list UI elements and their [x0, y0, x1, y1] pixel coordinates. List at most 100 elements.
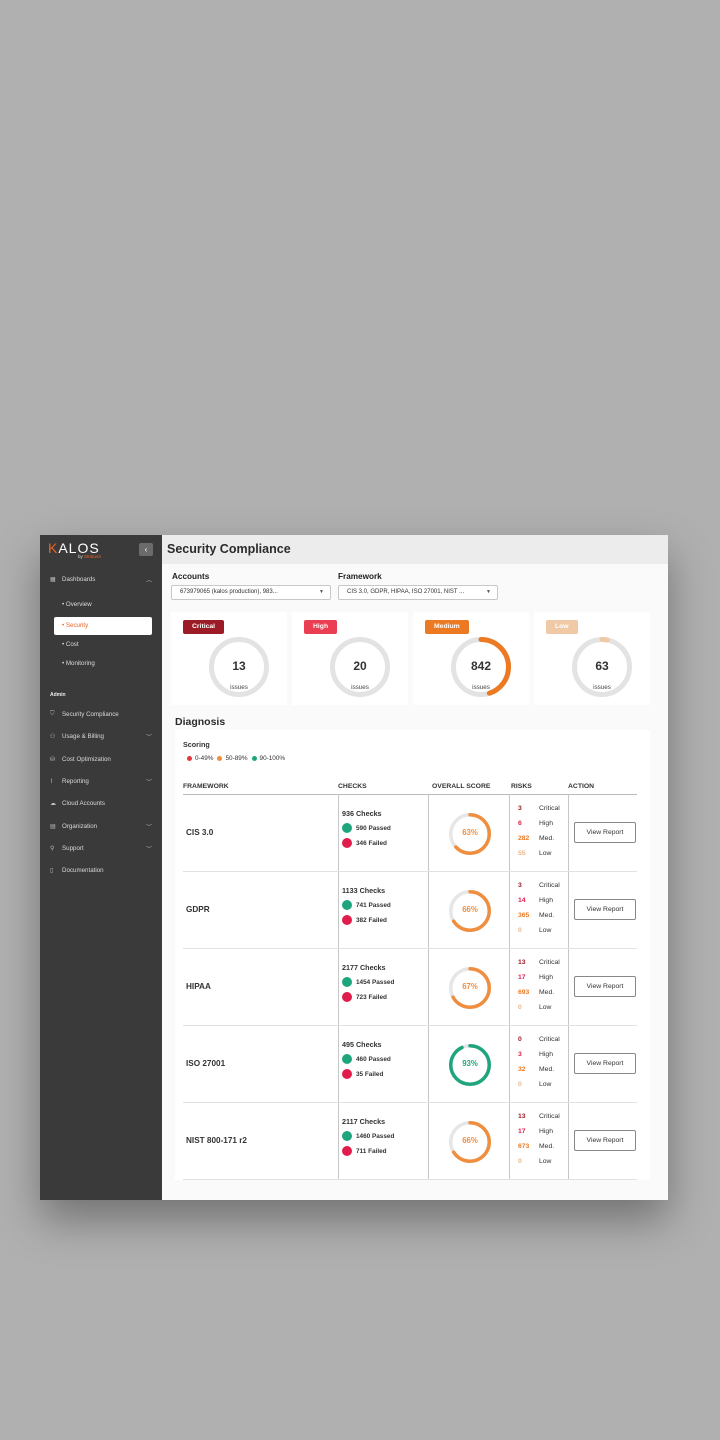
risk-count-high: 17 [518, 974, 526, 981]
view-report-button[interactable]: View Report [574, 822, 636, 843]
sidebar-item-cloud-accounts[interactable]: ☁ Cloud Accounts [50, 800, 105, 807]
severity-card-medium[interactable]: Medium 842 issues [413, 612, 529, 705]
sidebar: KALOS by StratusX ‹ ▦ Dashboards ︿ • Ove… [40, 535, 162, 1200]
building-icon: ▤ [50, 823, 56, 830]
nav-dashboards[interactable]: ▦ Dashboards ︿ [50, 576, 152, 584]
failed-count: 382 Failed [342, 915, 387, 925]
severity-badge: High [304, 620, 338, 634]
sidebar-item-label: Documentation [62, 867, 104, 875]
sidebar-item-support[interactable]: ⚲ Support ﹀ [50, 844, 152, 853]
document-icon: ▯ [50, 868, 54, 875]
risk-label: High [539, 1128, 553, 1135]
legend-item: 90-100% [251, 755, 285, 762]
severity-issues-label: issues [472, 684, 490, 691]
risk-label: Critical [539, 959, 560, 966]
severity-issues-label: issues [593, 684, 611, 691]
cloud-icon: ☁ [50, 801, 56, 808]
table-row: NIST 800-171 r2 2117 Checks 1460 Passed 711… [183, 1103, 637, 1180]
risk-count-critical: 0 [518, 1036, 522, 1043]
checks-total: 495 Checks [342, 1040, 382, 1049]
severity-card-low[interactable]: Low 63 issues [534, 612, 650, 705]
sidebar-item-usage-billing[interactable]: ⚇ Usage & Billing ﹀ [50, 733, 152, 741]
risk-count-low: 0 [518, 1158, 522, 1165]
risk-label: Low [539, 927, 552, 934]
sidebar-item-documentation[interactable]: ▯ Documentation [50, 867, 104, 874]
risk-count-med: 282 [518, 835, 530, 842]
framework-name: NIST 800-171 r2 [186, 1136, 247, 1145]
chevron-left-icon: ‹ [144, 545, 148, 554]
severity-badge: Low [546, 620, 578, 634]
severity-count: 20 [353, 659, 367, 673]
risk-label: Low [539, 1081, 552, 1088]
view-report-button[interactable]: View Report [574, 976, 636, 997]
sidebar-item-cost-optimization[interactable]: ⛁ Cost Optimization [50, 756, 111, 763]
failed-dot-icon [342, 915, 352, 925]
column-header-overall-score: OVERALL SCORE [432, 783, 491, 790]
risk-label: Critical [539, 882, 560, 889]
view-report-button[interactable]: View Report [574, 899, 636, 920]
dashboard-icon: ▦ [50, 577, 56, 583]
sidebar-item-monitoring[interactable]: • Monitoring [62, 660, 95, 667]
severity-card-high[interactable]: High 20 issues [292, 612, 408, 705]
risk-label: Med. [539, 989, 555, 996]
severity-badge: Medium [425, 620, 469, 634]
severity-card-critical[interactable]: Critical 13 issues [171, 612, 287, 705]
accounts-select[interactable]: 673979065 (kalos production), 983... ▼ [171, 585, 331, 600]
sidebar-item-label: Support [62, 844, 84, 852]
collapse-sidebar-button[interactable]: ‹ [139, 543, 153, 556]
view-report-button[interactable]: View Report [574, 1053, 636, 1074]
framework-name: HIPAA [186, 982, 211, 991]
checks-total: 2117 Checks [342, 1117, 386, 1126]
diagnosis-panel: Scoring 0-49% 50-89% 90-100% FRAMEWORK CHEC… [175, 730, 650, 1180]
sidebar-item-label: Cost [65, 641, 79, 648]
failed-label: 35 Failed [356, 1070, 384, 1078]
legend-label: 50-89% [225, 755, 248, 762]
sidebar-item-reporting[interactable]: ⌇ Reporting ﹀ [50, 778, 152, 786]
failed-dot-icon [342, 992, 352, 1002]
caret-down-icon: ▼ [319, 589, 324, 595]
risk-label: Low [539, 1004, 552, 1011]
failed-count: 711 Failed [342, 1146, 387, 1156]
passed-count: 460 Passed [342, 1054, 391, 1064]
sidebar-item-security-compliance[interactable]: ⛉ Security Compliance [50, 711, 119, 718]
failed-dot-icon [342, 1069, 352, 1079]
framework-name: CIS 3.0 [186, 828, 214, 837]
legend-item: 50-89% [217, 755, 248, 762]
scoring-label: Scoring [183, 740, 210, 749]
nav-dashboards-label: Dashboards [62, 576, 96, 583]
severity-count: 842 [470, 659, 492, 673]
sidebar-item-security[interactable]: • Security [54, 617, 152, 635]
passed-dot-icon [342, 977, 352, 987]
framework-select[interactable]: CIS 3.0, GDPR, HIPAA, ISO 27001, NIST ..… [338, 585, 498, 600]
accounts-label: Accounts [172, 572, 210, 581]
chevron-down-icon: ﹀ [146, 846, 153, 853]
failed-count: 723 Failed [342, 992, 387, 1002]
checks-total: 936 Checks [342, 809, 382, 818]
failed-label: 346 Failed [356, 839, 387, 847]
failed-dot-icon [342, 1146, 352, 1156]
view-report-button[interactable]: View Report [574, 1130, 636, 1151]
table-row: CIS 3.0 936 Checks 590 Passed 346 Failed 63%… [183, 795, 637, 872]
failed-label: 723 Failed [356, 993, 387, 1001]
overall-score-value: 67% [462, 982, 478, 991]
passed-label: 590 Passed [356, 824, 391, 832]
passed-count: 1460 Passed [342, 1131, 394, 1141]
passed-dot-icon [342, 900, 352, 910]
column-header-risks: RISKS [511, 783, 532, 790]
app-window: KALOS by StratusX ‹ ▦ Dashboards ︿ • Ove… [40, 535, 668, 1200]
sidebar-item-overview[interactable]: • Overview [62, 601, 92, 608]
failed-label: 711 Failed [356, 1147, 387, 1155]
column-header-checks: CHECKS [338, 783, 367, 790]
risk-count-high: 3 [518, 1051, 522, 1058]
passed-dot-icon [342, 1131, 352, 1141]
kalos-logo[interactable]: KALOS by StratusX [48, 540, 101, 559]
risk-count-critical: 13 [518, 959, 526, 966]
sidebar-item-organization[interactable]: ▤ Organization ﹀ [50, 823, 152, 831]
risk-label: High [539, 974, 553, 981]
sidebar-item-cost[interactable]: • Cost [62, 641, 79, 648]
legend-item: 0-49% [187, 755, 213, 762]
risk-label: Low [539, 850, 552, 857]
logo-k-accent: K [48, 540, 59, 556]
overall-score-value: 93% [462, 1059, 478, 1068]
shield-icon: ⛉ [50, 711, 55, 717]
